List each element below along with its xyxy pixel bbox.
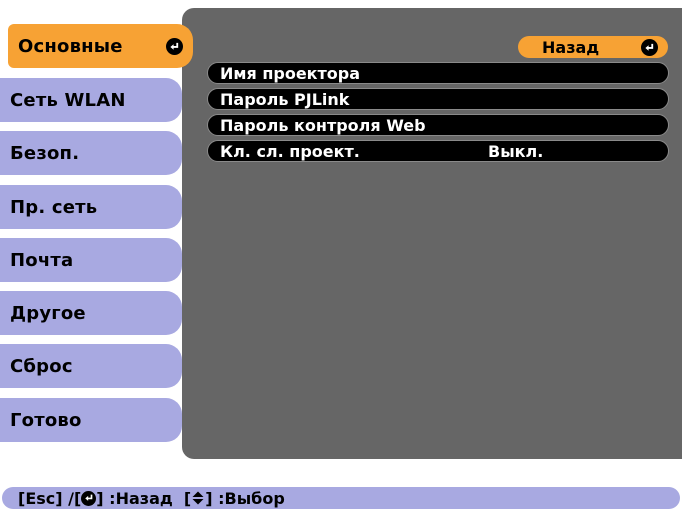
help-select-text: ] :Выбор: [205, 488, 285, 508]
tab-label: Другое: [10, 302, 86, 324]
menu-item-label: Кл. сл. проект.: [220, 141, 360, 161]
menu-item-label: Пароль PJLink: [220, 89, 350, 109]
tab-label: Основные: [18, 35, 123, 57]
help-esc-text: [Esc] /[: [18, 488, 82, 508]
tab-wired-network[interactable]: Пр. сеть: [0, 185, 182, 229]
tab-wlan[interactable]: Сеть WLAN: [0, 78, 182, 122]
menu-item-label: Имя проектора: [220, 63, 361, 83]
tab-reset[interactable]: Сброс: [0, 344, 182, 388]
up-down-arrow-icon: [192, 491, 204, 505]
enter-icon: [166, 37, 183, 55]
enter-icon: [81, 490, 97, 506]
menu-item-web-control-password[interactable]: Пароль контроля Web: [207, 114, 669, 136]
tab-label: Пр. сеть: [10, 196, 98, 218]
help-back-text: ] :Назад [: [96, 488, 192, 508]
tab-done[interactable]: Готово: [0, 398, 182, 442]
tab-label: Сброс: [10, 355, 73, 377]
tab-basic[interactable]: Основные: [8, 24, 193, 68]
tab-label: Безоп.: [10, 142, 80, 164]
back-button-label: Назад: [542, 37, 600, 57]
menu-item-label: Пароль контроля Web: [220, 115, 426, 135]
tab-security[interactable]: Безоп.: [0, 131, 182, 175]
back-button[interactable]: Назад: [518, 36, 668, 58]
menu-item-projector-name[interactable]: Имя проектора: [207, 62, 669, 84]
enter-icon: [641, 38, 658, 56]
menu-item-pjlink-password[interactable]: Пароль PJLink: [207, 88, 669, 110]
tab-label: Почта: [10, 249, 74, 271]
tab-label: Сеть WLAN: [10, 89, 126, 111]
menu-item-projector-keyword[interactable]: Кл. сл. проект. Выкл.: [207, 140, 669, 162]
help-bar: [Esc] /[ ] :Назад [ ] :Выбор: [2, 487, 680, 509]
tab-other[interactable]: Другое: [0, 291, 182, 335]
tab-label: Готово: [10, 409, 82, 431]
menu-item-value: Выкл.: [488, 141, 544, 161]
tab-mail[interactable]: Почта: [0, 238, 182, 282]
